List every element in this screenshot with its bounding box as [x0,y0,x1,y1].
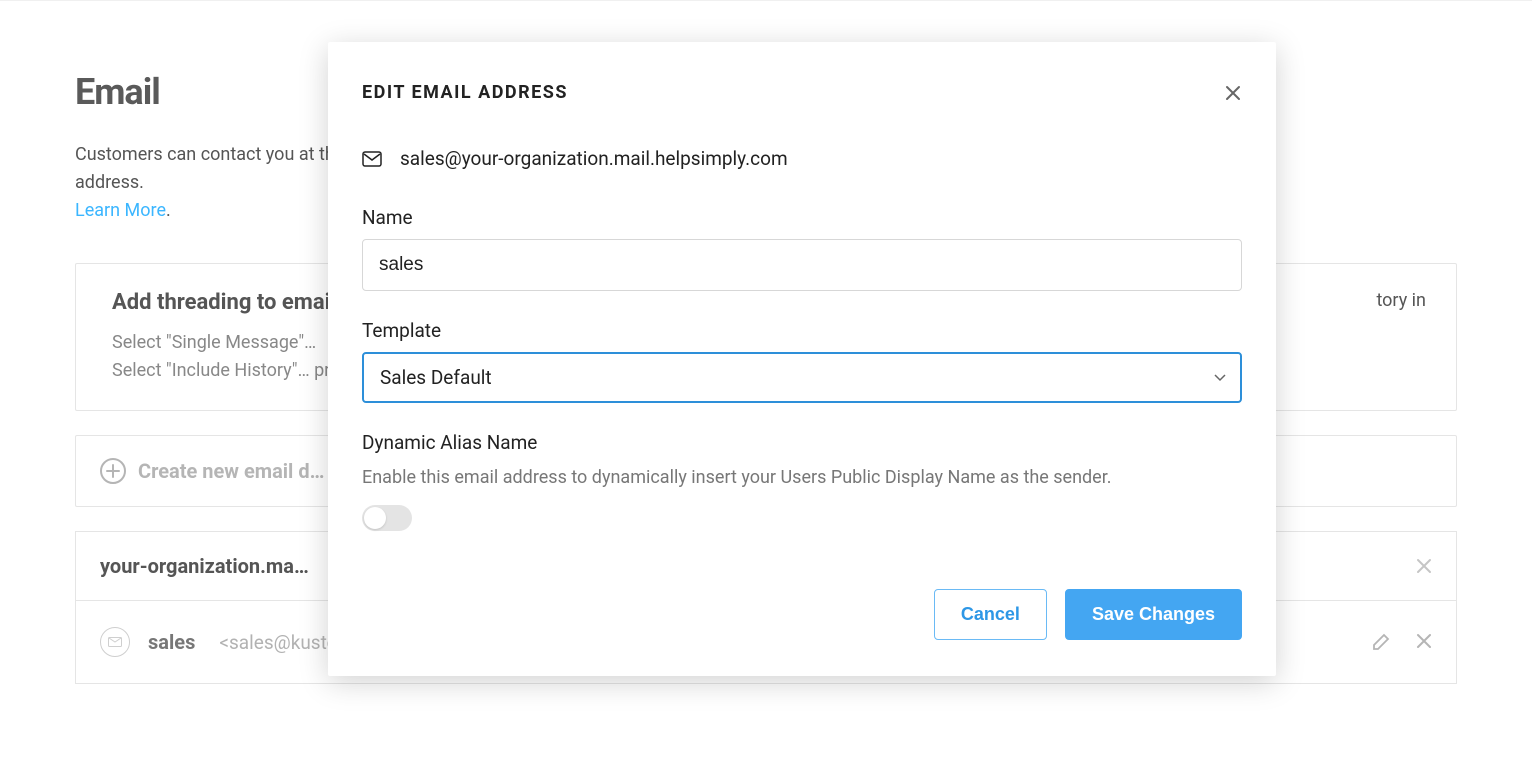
period: . [166,200,171,221]
mail-icon [362,151,382,167]
threading-right-fragment: tory in [1376,290,1426,311]
toggle-knob [364,507,386,529]
email-row-name: sales [148,630,195,654]
template-label: Template [362,319,1242,342]
cancel-button[interactable]: Cancel [934,589,1047,640]
domain-title: your-organization.ma… [100,554,309,578]
edit-email-modal: EDIT EMAIL ADDRESS sales@your-organizati… [328,42,1276,676]
modal-title: EDIT EMAIL ADDRESS [362,82,568,103]
name-input[interactable] [362,239,1242,291]
mail-icon [100,627,130,657]
plus-icon [100,458,126,484]
create-email-label: Create new email d… [138,459,324,483]
dynamic-alias-help: Enable this email address to dynamically… [362,464,1242,491]
close-icon[interactable] [1224,84,1242,102]
threading-line1: Select "Single Message"… [112,332,316,353]
learn-more-link[interactable]: Learn More [75,200,166,221]
name-label: Name [362,206,1242,229]
close-icon[interactable] [1416,558,1432,574]
edit-icon[interactable] [1372,633,1390,651]
dynamic-alias-toggle[interactable] [362,505,412,531]
modal-email-display: sales@your-organization.mail.helpsimply.… [362,147,1242,170]
template-select[interactable]: Sales Default [362,352,1242,403]
save-button[interactable]: Save Changes [1065,589,1242,640]
dynamic-alias-label: Dynamic Alias Name [362,431,1242,454]
modal-email-address: sales@your-organization.mail.helpsimply.… [400,147,788,170]
delete-icon[interactable] [1416,633,1432,651]
